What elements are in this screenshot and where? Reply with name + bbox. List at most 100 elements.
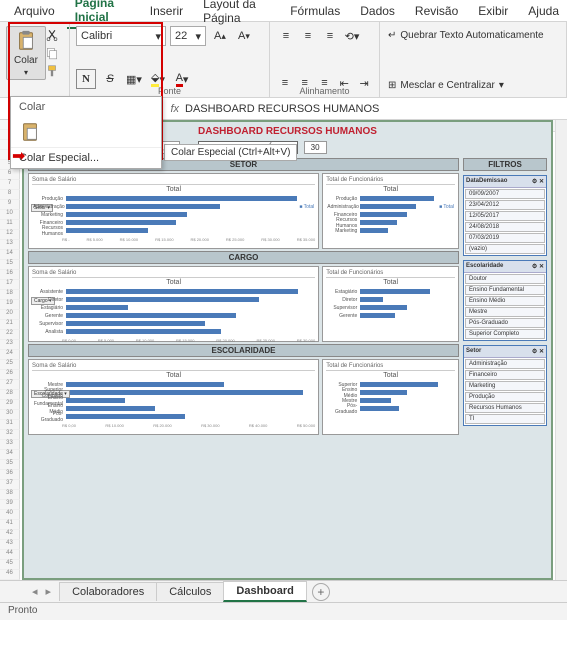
row-header[interactable]: 12 xyxy=(0,230,20,240)
filter-datademissao[interactable]: DataDemissao⚙ ✕09/09/200723/04/201212/05… xyxy=(463,175,547,256)
row-header[interactable]: 22 xyxy=(0,330,20,340)
filter-item[interactable]: Superior Completo xyxy=(465,329,545,339)
align-bottom-icon[interactable]: ≡ xyxy=(320,26,340,46)
tab-colaboradores[interactable]: Colaboradores xyxy=(59,582,157,601)
format-painter-icon[interactable] xyxy=(45,64,59,78)
row-header[interactable]: 43 xyxy=(0,540,20,550)
copy-icon[interactable] xyxy=(45,46,59,60)
row-header[interactable]: 25 xyxy=(0,360,20,370)
orientation-icon[interactable]: ⟲▾ xyxy=(342,26,362,46)
filter-item[interactable]: Financeiro xyxy=(465,370,545,380)
filter-item[interactable]: Mestre xyxy=(465,307,545,317)
row-header[interactable]: 35 xyxy=(0,460,20,470)
menu-ajuda[interactable]: Ajuda xyxy=(520,1,567,21)
font-size-select[interactable]: 22▾ xyxy=(170,26,206,46)
formula-value[interactable]: DASHBOARD RECURSOS HUMANOS xyxy=(185,103,379,115)
paste-special-item[interactable]: Colar Especial... xyxy=(11,147,161,168)
row-header[interactable]: 6 xyxy=(0,170,20,180)
filter-item[interactable]: Marketing xyxy=(465,381,545,391)
row-header[interactable]: 10 xyxy=(0,210,20,220)
filter-item[interactable]: Recursos Humanos xyxy=(465,403,545,413)
ribbon: Colar ▾ Calibri▾ 22▾ A▴ A▾ N S ▦▾ ⬙▾ A▾ … xyxy=(0,22,567,98)
row-header[interactable]: 19 xyxy=(0,300,20,310)
filter-item[interactable]: Ensino Fundamental xyxy=(465,285,545,295)
filter-item[interactable]: Ensino Médio xyxy=(465,296,545,306)
row-header[interactable]: 18 xyxy=(0,290,20,300)
row-header[interactable]: 23 xyxy=(0,340,20,350)
font-name-select[interactable]: Calibri▾ xyxy=(76,26,166,46)
row-header[interactable]: 16 xyxy=(0,270,20,280)
row-header[interactable]: 38 xyxy=(0,490,20,500)
row-header[interactable]: 26 xyxy=(0,370,20,380)
row-header[interactable]: 11 xyxy=(0,220,20,230)
filter-item[interactable]: 09/09/2007 xyxy=(465,189,545,199)
chart-esc-func[interactable]: Total de FuncionáriosTotalSuperiorEnsino… xyxy=(322,359,459,435)
align-middle-icon[interactable]: ≡ xyxy=(298,26,318,46)
tab-nav-prev-icon[interactable]: ◂ xyxy=(32,585,38,598)
filter-item[interactable]: Pós-Graduado xyxy=(465,318,545,328)
filter-item[interactable]: 24/08/2018 xyxy=(465,222,545,232)
filter-item[interactable]: 12/05/2017 xyxy=(465,211,545,221)
menu-revisao[interactable]: Revisão xyxy=(407,1,466,21)
row-header[interactable]: 40 xyxy=(0,510,20,520)
filter-item[interactable]: (vazio) xyxy=(465,244,545,254)
menu-arquivo[interactable]: Arquivo xyxy=(6,1,63,21)
paste-option-icon[interactable] xyxy=(19,121,41,143)
row-header[interactable]: 17 xyxy=(0,280,20,290)
filter-item[interactable]: 23/04/2012 xyxy=(465,200,545,210)
chart-setor-func[interactable]: Total de FuncionáriosTotalProduçãoAdmini… xyxy=(322,173,459,249)
row-header[interactable]: 33 xyxy=(0,440,20,450)
menu-inserir[interactable]: Inserir xyxy=(142,1,191,21)
decrease-font-icon[interactable]: A▾ xyxy=(234,26,254,46)
row-header[interactable]: 14 xyxy=(0,250,20,260)
row-header[interactable]: 28 xyxy=(0,390,20,400)
filter-item[interactable]: Administração xyxy=(465,359,545,369)
row-header[interactable]: 34 xyxy=(0,450,20,460)
row-header[interactable]: 27 xyxy=(0,380,20,390)
row-header[interactable]: 39 xyxy=(0,500,20,510)
row-header[interactable]: 45 xyxy=(0,560,20,570)
paste-button[interactable]: Colar ▾ xyxy=(6,26,46,80)
vertical-scrollbar[interactable] xyxy=(555,120,567,580)
row-header[interactable]: 20 xyxy=(0,310,20,320)
filter-escolaridade[interactable]: Escolaridade⚙ ✕DoutorEnsino FundamentalE… xyxy=(463,260,547,341)
tab-calculos[interactable]: Cálculos xyxy=(156,582,224,601)
row-header[interactable]: 21 xyxy=(0,320,20,330)
chart-esc-salario[interactable]: Soma de SalárioTotalEscolaridade ▾Mestre… xyxy=(28,359,319,435)
chart-cargo-func[interactable]: Total de FuncionáriosTotalEstagiárioDire… xyxy=(322,266,459,342)
chart-cargo-salario[interactable]: Soma de SalárioTotalCargo ▾AssistenteDir… xyxy=(28,266,319,342)
filter-setor[interactable]: Setor⚙ ✕AdministraçãoFinanceiroMarketing… xyxy=(463,345,547,426)
row-header[interactable]: 13 xyxy=(0,240,20,250)
add-sheet-button[interactable]: + xyxy=(312,583,330,601)
row-header[interactable]: 42 xyxy=(0,530,20,540)
cut-icon[interactable] xyxy=(45,28,59,42)
row-header[interactable]: 30 xyxy=(0,410,20,420)
merge-center-button[interactable]: ⊞Mesclar e Centralizar▾ xyxy=(386,78,560,93)
filter-item[interactable]: Doutor xyxy=(465,274,545,284)
tab-nav-next-icon[interactable]: ▸ xyxy=(46,585,52,598)
chart-setor-salario[interactable]: Soma de SalárioTotalSetor ▾ProduçãoAdmin… xyxy=(28,173,319,249)
row-header[interactable]: 36 xyxy=(0,470,20,480)
row-header[interactable]: 41 xyxy=(0,520,20,530)
filter-item[interactable]: Produção xyxy=(465,392,545,402)
row-header[interactable]: 37 xyxy=(0,480,20,490)
menu-dados[interactable]: Dados xyxy=(352,1,403,21)
menu-formulas[interactable]: Fórmulas xyxy=(282,1,348,21)
row-header[interactable]: 8 xyxy=(0,190,20,200)
row-header[interactable]: 32 xyxy=(0,430,20,440)
menu-exibir[interactable]: Exibir xyxy=(470,1,516,21)
increase-font-icon[interactable]: A▴ xyxy=(210,26,230,46)
filter-item[interactable]: 07/03/2019 xyxy=(465,233,545,243)
align-top-icon[interactable]: ≡ xyxy=(276,26,296,46)
row-header[interactable]: 31 xyxy=(0,420,20,430)
row-header[interactable]: 46 xyxy=(0,570,20,580)
row-header[interactable]: 7 xyxy=(0,180,20,190)
row-header[interactable]: 24 xyxy=(0,350,20,360)
wrap-text-button[interactable]: ↵Quebrar Texto Automaticamente xyxy=(386,28,560,43)
filter-item[interactable]: TI xyxy=(465,414,545,424)
tab-dashboard[interactable]: Dashboard xyxy=(223,581,306,602)
row-header[interactable]: 9 xyxy=(0,200,20,210)
row-header[interactable]: 29 xyxy=(0,400,20,410)
row-header[interactable]: 15 xyxy=(0,260,20,270)
row-header[interactable]: 44 xyxy=(0,550,20,560)
